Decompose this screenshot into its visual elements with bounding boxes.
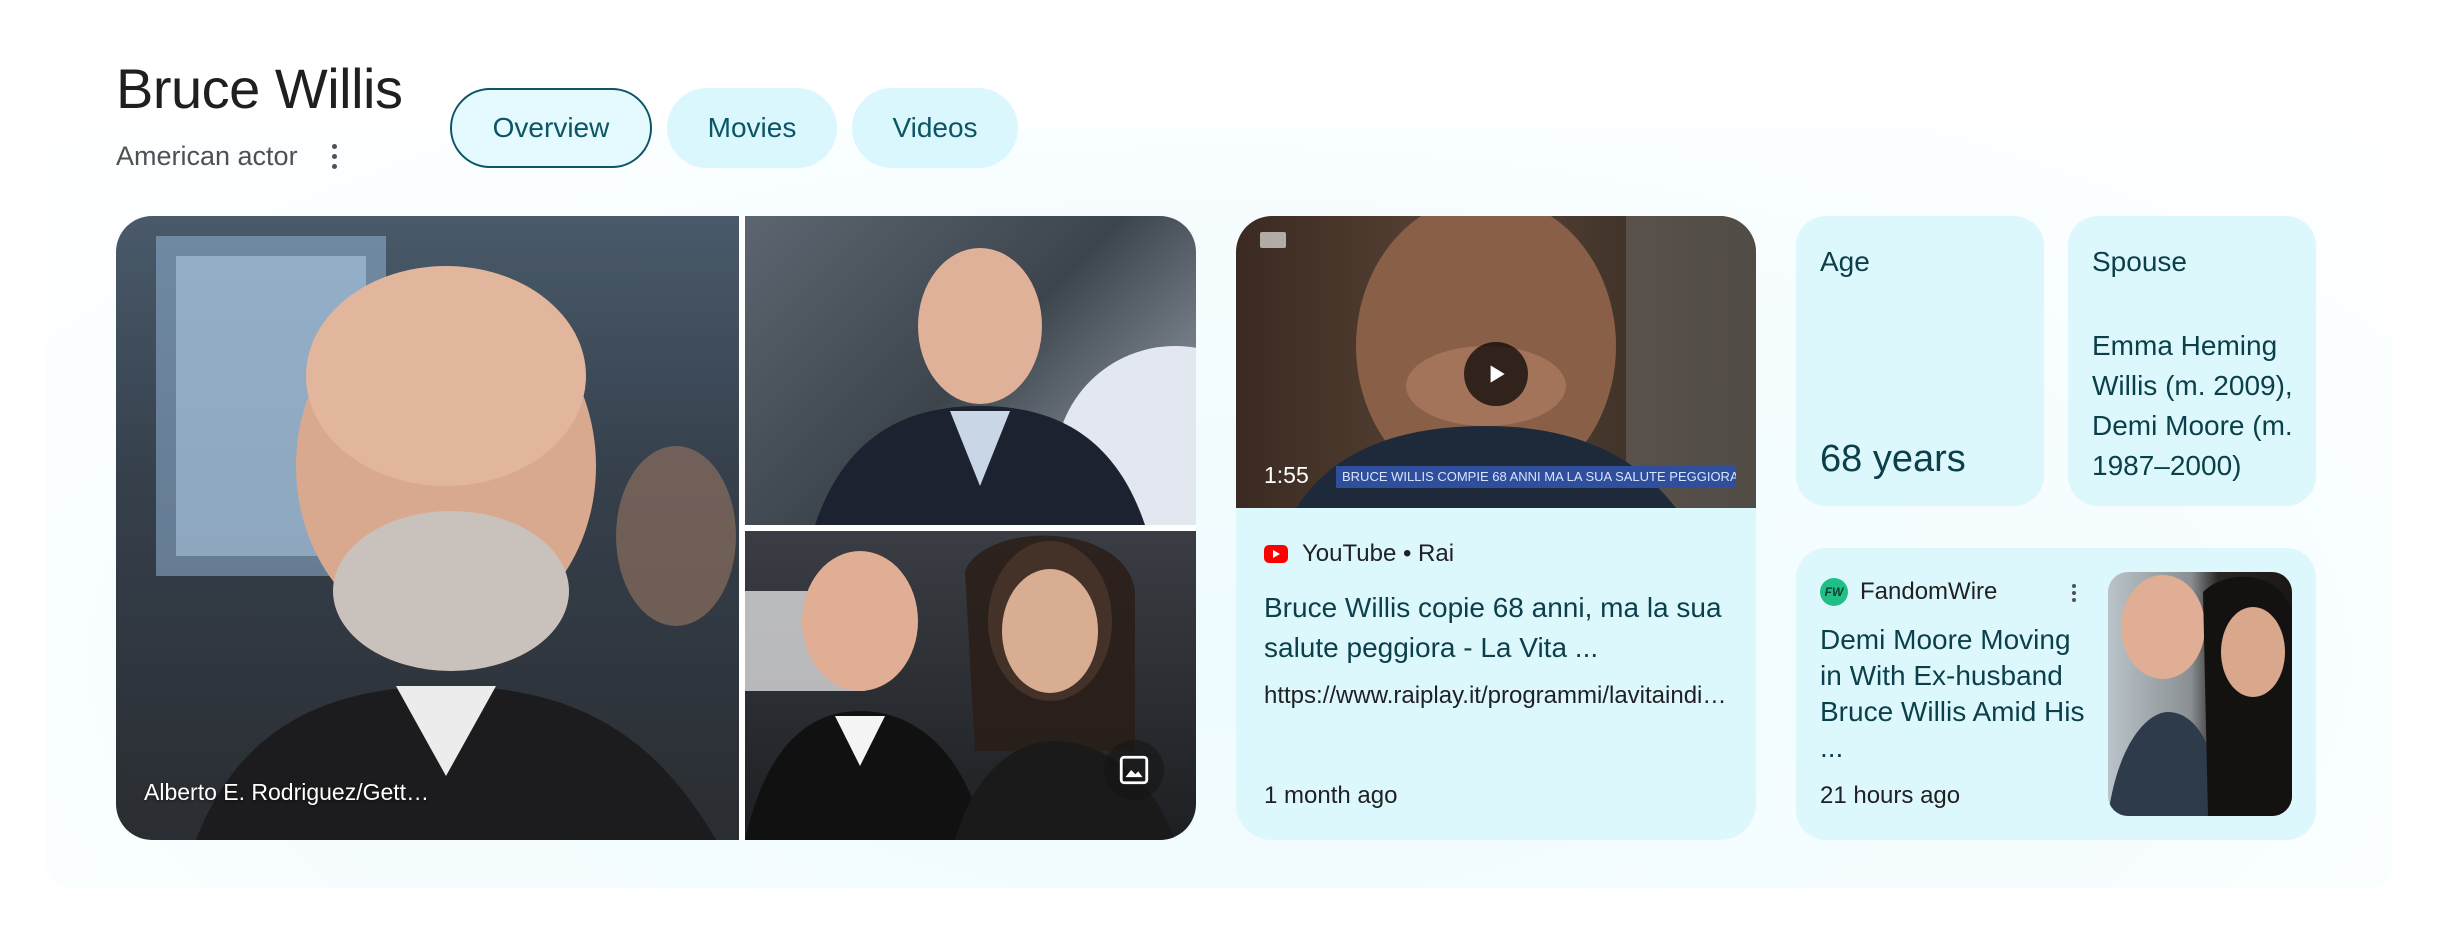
tab-overview-label: Overview xyxy=(492,112,610,143)
photo-credit: Alberto E. Rodriguez/Gett… xyxy=(144,779,430,805)
news-thumbnail-illustration xyxy=(2108,575,2292,816)
page-title: Bruce Willis xyxy=(116,57,403,120)
video-duration: 1:55 xyxy=(1264,462,1309,488)
fact-age-label: Age xyxy=(1820,246,1870,277)
fandomwire-icon: FW xyxy=(1820,578,1848,606)
news-timestamp: 21 hours ago xyxy=(1820,782,1961,809)
youtube-icon xyxy=(1264,545,1288,563)
play-icon[interactable] xyxy=(1464,342,1528,406)
tab-movies[interactable]: Movies xyxy=(667,88,837,168)
news-source: FW FandomWire xyxy=(1820,578,1997,606)
more-options-icon[interactable] xyxy=(322,138,346,174)
entity-subtitle: American actor xyxy=(116,141,298,171)
image-icon xyxy=(1119,755,1149,785)
image-collage: Alberto E. Rodriguez/Gett… xyxy=(116,216,1196,840)
event-illustration xyxy=(815,248,1196,525)
fact-spouse-card[interactable]: Spouse Emma Heming Willis (m. 2009), Dem… xyxy=(2068,216,2316,506)
news-thumbnail[interactable] xyxy=(2108,572,2292,816)
video-timestamp: 1 month ago xyxy=(1264,782,1398,809)
portrait-photo[interactable]: Alberto E. Rodriguez/Gett… xyxy=(116,216,739,840)
video-source: YouTube • Rai xyxy=(1264,540,1454,568)
news-more-icon[interactable] xyxy=(2066,580,2082,606)
news-source-label: FandomWire xyxy=(1860,578,1998,605)
video-ticker: BRUCE WILLIS COMPIE 68 ANNI MA LA SUA SA… xyxy=(1336,466,1736,488)
rai-logo xyxy=(1260,232,1286,248)
video-card[interactable]: 1:55 BRUCE WILLIS COMPIE 68 ANNI MA LA S… xyxy=(1236,216,1756,840)
event-photo[interactable] xyxy=(745,216,1196,525)
fact-age-card[interactable]: Age 68 years xyxy=(1796,216,2044,506)
video-url[interactable]: https://www.raiplay.it/programmi/lavitai… xyxy=(1264,682,1734,710)
image-gallery-button[interactable] xyxy=(1104,740,1164,800)
fact-spouse-label: Spouse xyxy=(2092,246,2187,277)
tab-videos-label: Videos xyxy=(892,112,978,143)
news-title[interactable]: Demi Moore Moving in With Ex-husband Bru… xyxy=(1820,622,2095,766)
video-source-label: YouTube • Rai xyxy=(1302,540,1455,567)
couple-photo[interactable] xyxy=(745,531,1196,840)
video-thumbnail[interactable]: 1:55 BRUCE WILLIS COMPIE 68 ANNI MA LA S… xyxy=(1236,216,1756,508)
video-title[interactable]: Bruce Willis copie 68 anni, ma la sua sa… xyxy=(1264,588,1734,668)
fact-spouse-value: Emma Heming Willis (m. 2009), Demi Moore… xyxy=(2092,330,2293,481)
tab-overview[interactable]: Overview xyxy=(450,88,652,168)
tab-videos[interactable]: Videos xyxy=(852,88,1018,168)
tab-movies-label: Movies xyxy=(707,112,797,143)
news-card[interactable]: FW FandomWire Demi Moore Moving in With … xyxy=(1796,548,2316,840)
portrait-illustration xyxy=(156,236,736,840)
fact-age-value: 68 years xyxy=(1820,438,1966,480)
